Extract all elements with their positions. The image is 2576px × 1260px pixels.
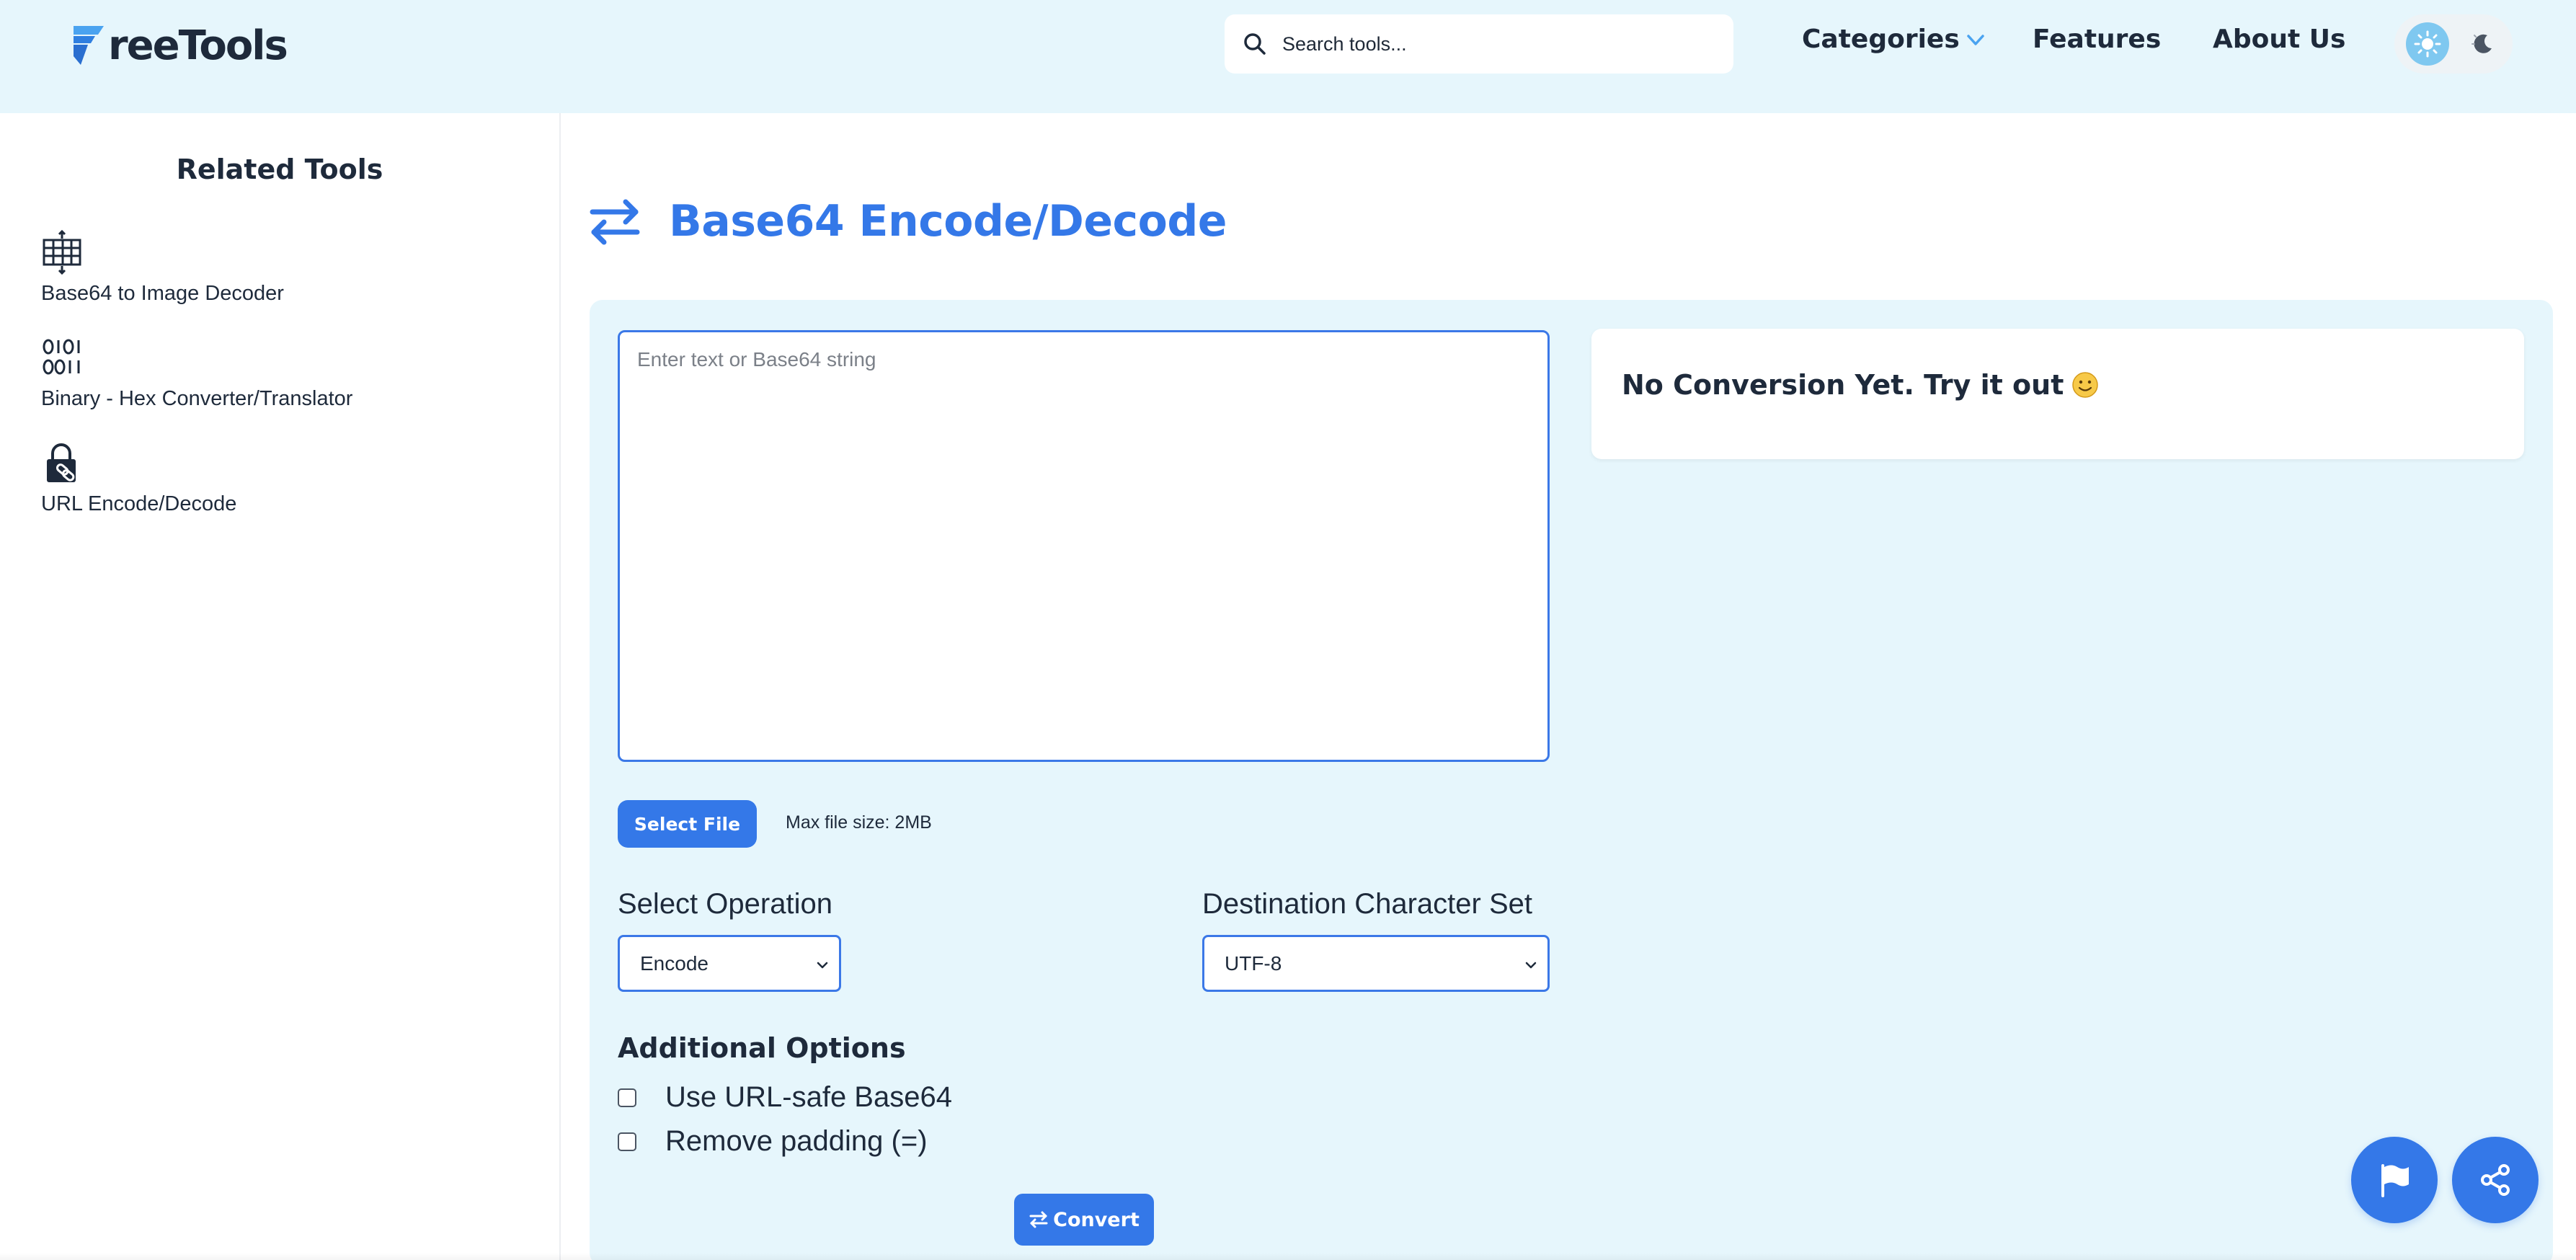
logo-f-icon	[74, 26, 104, 65]
input-textarea-container[interactable]	[618, 330, 1550, 762]
operation-select[interactable]: Encode	[618, 935, 841, 992]
search-input[interactable]	[1282, 14, 1715, 74]
search-bar[interactable]	[1225, 14, 1733, 74]
option-label: Remove padding (=)	[665, 1125, 928, 1157]
option-label: Use URL-safe Base64	[665, 1081, 952, 1113]
remove-padding-checkbox[interactable]	[618, 1132, 636, 1151]
sidebar-item-label: URL Encode/Decode	[41, 492, 237, 515]
input-textarea[interactable]	[620, 332, 1547, 760]
operation-label: Select Operation	[618, 888, 832, 920]
convert-button[interactable]: Convert	[1014, 1194, 1154, 1246]
nav-about-us[interactable]: About Us	[2213, 25, 2345, 54]
binary-icon	[43, 339, 80, 375]
charset-select-value: UTF-8	[1225, 951, 1282, 975]
chevron-down-icon	[1525, 962, 1537, 969]
nav-categories-label: Categories	[1802, 25, 1960, 54]
select-file-button[interactable]: Select File	[618, 800, 757, 848]
top-header: reeTools Categories Features About Us	[0, 0, 2576, 113]
share-icon	[2481, 1164, 2510, 1196]
page-title-row: Base64 Encode/Decode	[588, 189, 1227, 254]
result-message-row: No Conversion Yet. Try it out	[1622, 369, 2100, 401]
bottom-edge-shadow	[0, 1253, 2576, 1260]
sidebar-item-label: Binary - Hex Converter/Translator	[41, 387, 353, 410]
chevron-down-icon	[817, 962, 828, 969]
flag-icon	[2381, 1164, 2409, 1197]
search-icon	[1244, 33, 1266, 55]
swap-arrows-icon	[590, 199, 640, 245]
smile-icon	[2072, 372, 2099, 398]
moon-icon[interactable]	[2466, 27, 2500, 61]
share-button[interactable]	[2452, 1137, 2539, 1223]
lock-link-icon	[47, 443, 76, 482]
convert-button-label: Convert	[1053, 1208, 1140, 1231]
additional-options-title: Additional Options	[618, 1032, 906, 1064]
result-message: No Conversion Yet. Try it out	[1622, 369, 2064, 401]
sidebar-item-binary-hex[interactable]: Binary - Hex Converter/Translator	[41, 335, 352, 411]
operation-select-value: Encode	[640, 951, 709, 975]
nav-categories[interactable]: Categories	[1802, 25, 1986, 54]
site-logo[interactable]: reeTools	[72, 20, 288, 71]
related-tools-sidebar: Related Tools Base64 to Image Decoder Bi…	[0, 113, 561, 1260]
page-title: Base64 Encode/Decode	[669, 196, 1227, 247]
chevron-down-icon	[1967, 34, 1984, 45]
result-card: No Conversion Yet. Try it out	[1591, 329, 2524, 459]
sidebar-title: Related Tools	[176, 154, 383, 185]
nav-features[interactable]: Features	[2033, 25, 2161, 54]
sidebar-item-url-encode[interactable]: URL Encode/Decode	[41, 440, 236, 516]
option-remove-padding[interactable]: Remove padding (=)	[618, 1125, 928, 1158]
sidebar-item-base64-to-image[interactable]: Base64 to Image Decoder	[41, 230, 284, 306]
sun-icon[interactable]	[2406, 22, 2449, 66]
image-grid-icon	[43, 230, 81, 275]
max-file-size-note: Max file size: 2MB	[786, 812, 932, 833]
report-flag-button[interactable]	[2351, 1137, 2438, 1223]
swap-arrows-icon	[1029, 1211, 1048, 1228]
charset-label: Destination Character Set	[1202, 888, 1533, 920]
option-url-safe[interactable]: Use URL-safe Base64	[618, 1081, 952, 1114]
logo-text: reeTools	[108, 22, 288, 69]
theme-toggle[interactable]	[2394, 14, 2513, 74]
sidebar-item-label: Base64 to Image Decoder	[41, 282, 284, 305]
charset-select[interactable]: UTF-8	[1202, 935, 1550, 992]
url-safe-checkbox[interactable]	[618, 1088, 636, 1107]
